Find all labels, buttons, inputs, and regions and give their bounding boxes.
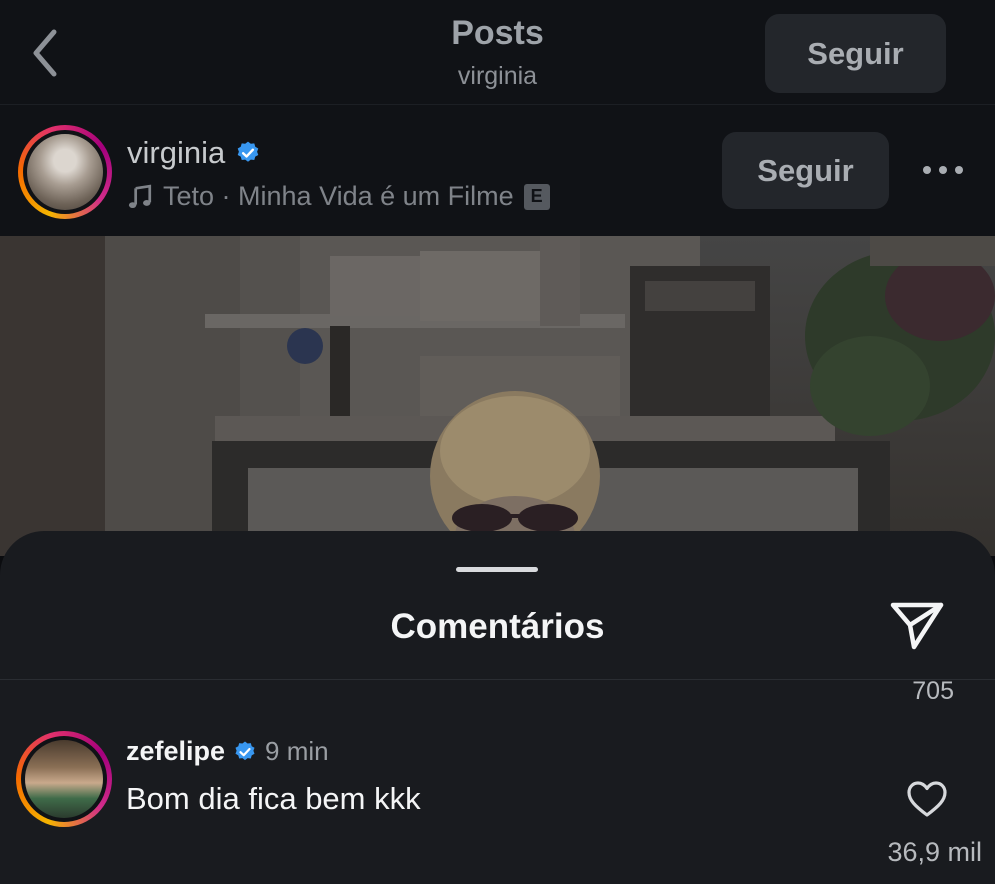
music-title: Teto · Minha Vida é um Filme: [163, 181, 514, 211]
comment-header: zefelipe 9 min: [126, 736, 329, 767]
music-note-icon: [128, 184, 152, 208]
verified-badge-icon: [237, 141, 259, 162]
author-username[interactable]: virginia: [127, 135, 225, 171]
post-photo[interactable]: [0, 236, 995, 556]
comment-like-count: 36,9 mil: [887, 837, 982, 867]
more-horizontal-icon[interactable]: [921, 163, 965, 177]
author-avatar[interactable]: [18, 125, 112, 219]
comment-timestamp: 9 min: [265, 736, 329, 766]
music-info[interactable]: Teto · Minha Vida é um Filme E: [127, 181, 550, 212]
comments-title: Comentários: [390, 607, 605, 646]
author-name-line: virginia: [127, 135, 261, 171]
post-photo-illustration: [0, 236, 995, 556]
commenter-avatar[interactable]: [16, 731, 112, 827]
author-avatar-image: [27, 134, 103, 210]
post-author-row: virginia Teto · Minha Vida é um Filme E …: [0, 105, 995, 236]
verified-badge-icon: [235, 741, 255, 760]
sheet-grabber-handle[interactable]: [456, 567, 538, 572]
sheet-divider: [0, 679, 995, 680]
comment-item: zefelipe 9 min Bom dia fica bem kkk 36,9…: [0, 731, 995, 884]
share-count: 705: [912, 677, 954, 705]
explicit-badge: E: [523, 183, 550, 210]
follow-button-post[interactable]: Seguir: [722, 132, 889, 209]
commenter-username[interactable]: zefelipe: [126, 736, 225, 767]
top-bar: Posts virginia Seguir: [0, 0, 995, 105]
commenter-avatar-image: [25, 740, 103, 818]
comment-text: Bom dia fica bem kkk: [126, 781, 421, 816]
heart-like-icon[interactable]: [905, 779, 949, 819]
send-share-icon[interactable]: [888, 597, 946, 653]
comments-sheet: Comentários 705 zefelipe 9 min Bom dia f…: [0, 531, 995, 884]
follow-button-header[interactable]: Seguir: [765, 14, 946, 93]
